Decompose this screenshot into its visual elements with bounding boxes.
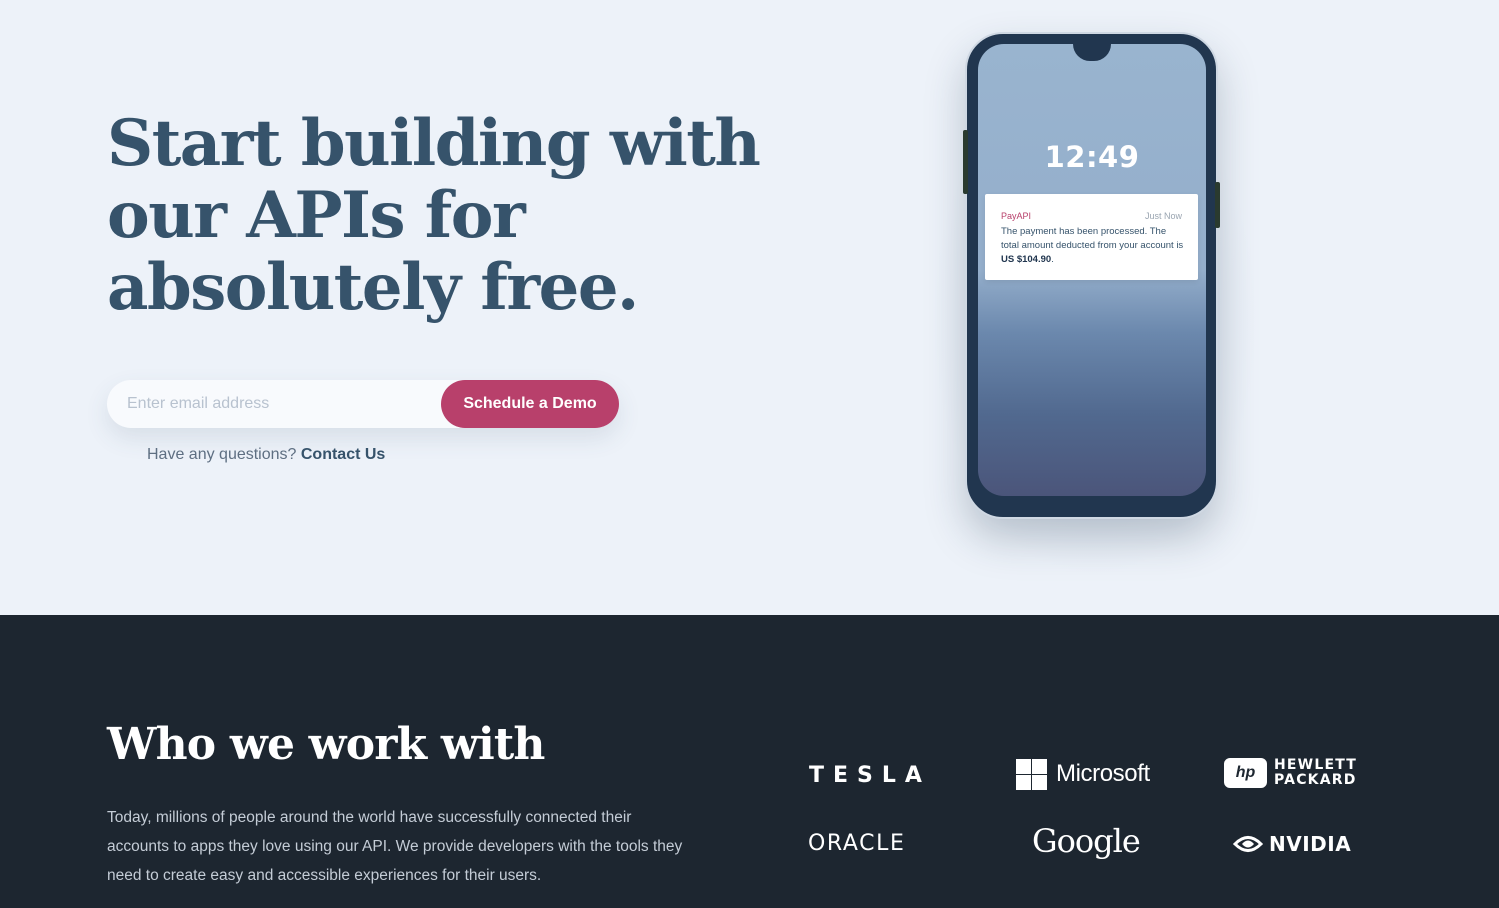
nvidia-eye-icon [1233, 836, 1263, 852]
notification-time: Just Now [1144, 211, 1182, 221]
microsoft-windows-icon [1016, 758, 1047, 790]
nvidia-logo: NVIDIA [1233, 832, 1351, 856]
hero-title-line-1: Start building with [107, 106, 761, 181]
hewlett-packard-logo: hp HEWLETT PACKARD [1224, 758, 1357, 788]
oracle-logo: ORACLE [808, 831, 906, 856]
hero-section: Start building with our APIs for absolut… [0, 0, 1499, 615]
signup-form: Schedule a Demo [107, 380, 619, 428]
hewlett-packard-wordmark: HEWLETT PACKARD [1274, 758, 1357, 788]
contact-us-link[interactable]: Contact Us [301, 446, 385, 463]
phone-volume-button [963, 130, 968, 194]
notification-message-text: The payment has been processed. The tota… [1001, 226, 1184, 251]
hero-title-line-2: our APIs for [107, 178, 526, 253]
partners-title: Who we work with [107, 719, 545, 770]
notification-app-name: PayAPI [1001, 211, 1032, 221]
email-input[interactable] [107, 380, 447, 428]
contact-prompt: Have any questions? Contact Us [147, 446, 385, 464]
microsoft-wordmark: Microsoft [1056, 760, 1150, 787]
phone-clock: 12:49 [1044, 140, 1140, 174]
hp-line-1: HEWLETT [1274, 757, 1358, 773]
hp-line-2: PACKARD [1274, 772, 1357, 788]
tesla-logo: TESLA [809, 763, 931, 788]
notification-message: The payment has been processed. The tota… [1001, 225, 1186, 267]
payment-notification: PayAPI Just Now The payment has been pro… [985, 194, 1198, 280]
schedule-demo-button[interactable]: Schedule a Demo [441, 380, 619, 428]
hero-title: Start building with our APIs for absolut… [107, 108, 787, 324]
notification-amount: US $104.90 [1001, 254, 1052, 265]
notification-period: . [1051, 254, 1054, 265]
contact-prompt-text: Have any questions? [147, 446, 301, 463]
nvidia-wordmark: NVIDIA [1269, 832, 1352, 856]
partners-description: Today, millions of people around the wor… [107, 809, 683, 884]
hp-icon: hp [1224, 758, 1267, 788]
hero-title-line-3: absolutely free. [107, 250, 639, 325]
phone-power-button [1215, 182, 1220, 228]
google-logo: Google [1032, 822, 1141, 860]
microsoft-logo: Microsoft [1016, 758, 1150, 790]
